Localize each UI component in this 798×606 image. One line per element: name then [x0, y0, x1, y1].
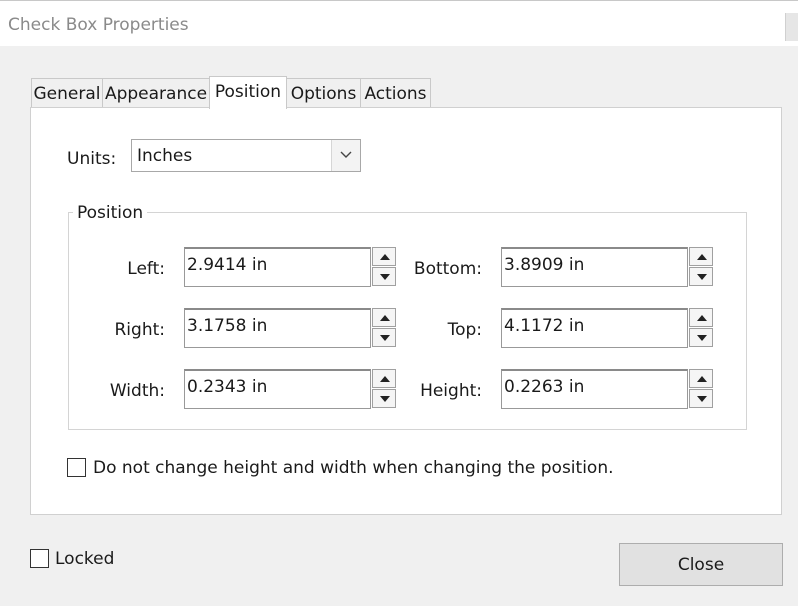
width-label: Width: — [109, 381, 165, 401]
title-scroll-edge — [785, 13, 798, 41]
position-panel: Units: Inches Position Left: 2.9414 in B… — [30, 107, 782, 515]
height-input[interactable]: 0.2263 in — [501, 369, 688, 409]
width-value: 0.2343 in — [187, 377, 268, 397]
height-value: 0.2263 in — [504, 377, 585, 397]
spin-down-icon — [380, 274, 390, 280]
left-label: Left: — [127, 259, 165, 279]
locked-label: Locked — [55, 549, 115, 569]
right-input[interactable]: 3.1758 in — [184, 308, 371, 348]
spin-up-icon — [380, 254, 390, 260]
top-spinner — [689, 308, 713, 348]
chevron-down-icon — [340, 151, 352, 158]
spin-down-icon — [380, 396, 390, 402]
top-spin-up[interactable] — [689, 308, 713, 327]
right-label: Right: — [114, 320, 166, 340]
spin-up-icon — [380, 376, 390, 382]
spin-up-icon — [697, 315, 707, 321]
title-bar: Check Box Properties — [0, 0, 798, 46]
height-spin-down[interactable] — [689, 389, 713, 408]
spin-up-icon — [697, 254, 707, 260]
top-spin-down[interactable] — [689, 328, 713, 347]
units-value: Inches — [137, 146, 193, 166]
height-spin-up[interactable] — [689, 369, 713, 388]
bottom-input[interactable]: 3.8909 in — [501, 247, 688, 287]
window-title: Check Box Properties — [8, 15, 189, 35]
top-input[interactable]: 4.1172 in — [501, 308, 688, 348]
spin-down-icon — [380, 335, 390, 341]
spin-up-icon — [380, 315, 390, 321]
bottom-value: 3.8909 in — [504, 255, 585, 275]
tab-options[interactable]: Options — [286, 78, 361, 108]
height-label: Height: — [420, 381, 482, 401]
locked-checkbox[interactable] — [30, 549, 49, 568]
height-spinner — [689, 369, 713, 409]
units-label: Units: — [67, 149, 117, 169]
spin-down-icon — [697, 335, 707, 341]
spin-down-icon — [697, 396, 707, 402]
close-button[interactable]: Close — [619, 543, 783, 586]
spin-up-icon — [697, 376, 707, 382]
dropdown-button[interactable] — [331, 140, 360, 171]
top-label: Top: — [447, 320, 482, 340]
spin-down-icon — [697, 274, 707, 280]
tab-position[interactable]: Position — [209, 76, 287, 109]
right-value: 3.1758 in — [187, 316, 268, 336]
units-dropdown[interactable]: Inches — [131, 139, 361, 172]
width-input[interactable]: 0.2343 in — [184, 369, 371, 409]
tab-actions[interactable]: Actions — [360, 78, 431, 108]
left-input[interactable]: 2.9414 in — [184, 247, 371, 287]
left-value: 2.9414 in — [187, 255, 268, 275]
tab-general[interactable]: General — [31, 78, 103, 108]
bottom-spinner — [689, 247, 713, 287]
bottom-spin-up[interactable] — [689, 247, 713, 266]
bottom-spin-down[interactable] — [689, 267, 713, 286]
bottom-label: Bottom: — [413, 259, 482, 279]
top-value: 4.1172 in — [504, 316, 585, 336]
keep-size-checkbox[interactable] — [67, 458, 86, 477]
keep-size-label: Do not change height and width when chan… — [93, 458, 614, 478]
position-group-label: Position — [73, 203, 148, 223]
tab-appearance[interactable]: Appearance — [102, 78, 210, 108]
